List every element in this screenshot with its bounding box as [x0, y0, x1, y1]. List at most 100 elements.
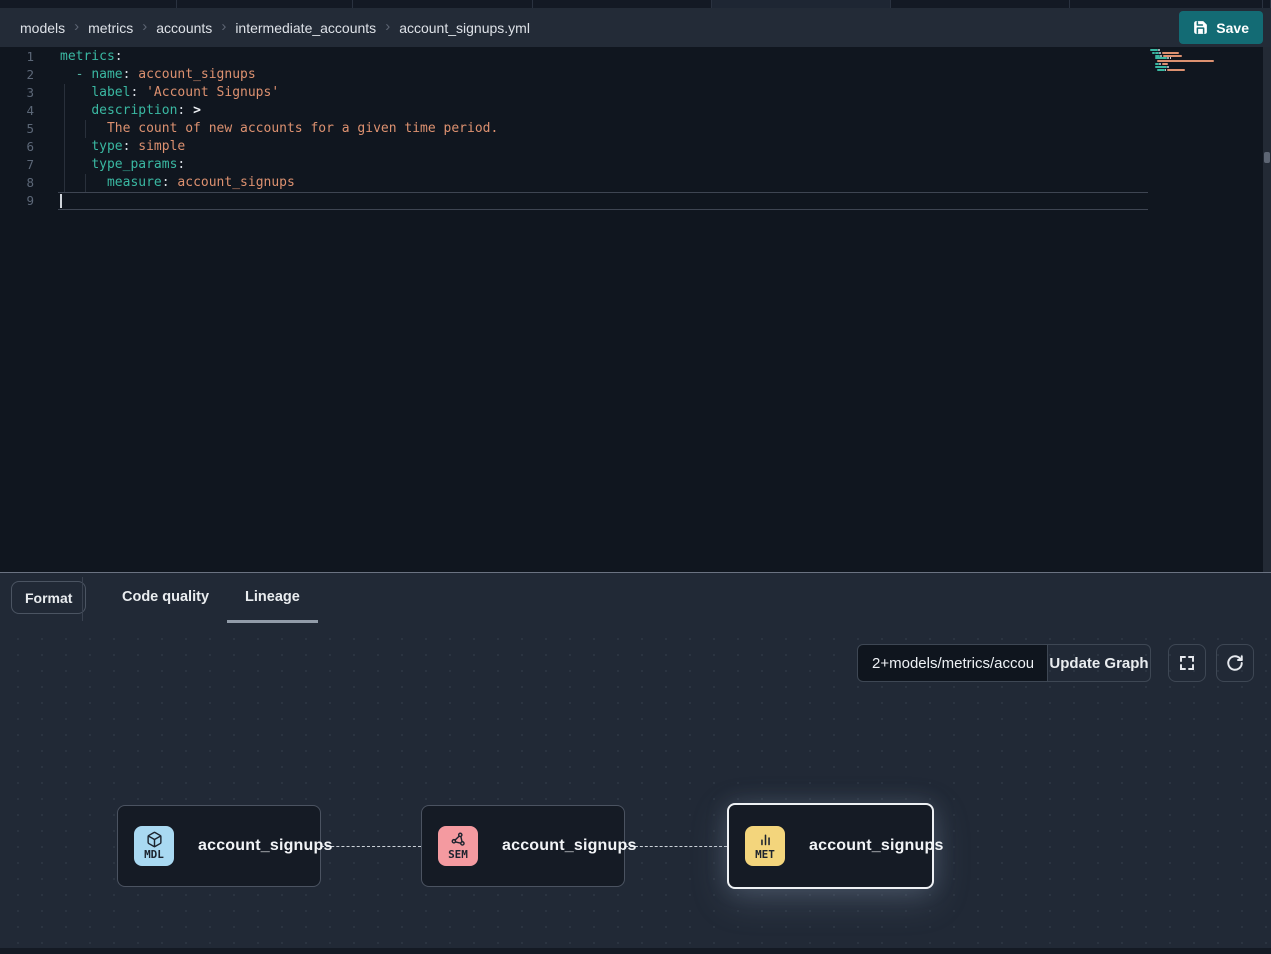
line-number: 5: [0, 120, 44, 138]
breadcrumb-item[interactable]: metrics: [88, 20, 133, 36]
save-button[interactable]: Save: [1179, 11, 1263, 44]
minimap-line: [1162, 63, 1169, 65]
panel-tab-code-quality[interactable]: Code quality: [104, 573, 227, 623]
breadcrumb-item[interactable]: account_signups.yml: [399, 20, 530, 36]
code-line[interactable]: 6 type: simple: [0, 138, 1271, 156]
code-line[interactable]: 7 type_params:: [0, 156, 1271, 174]
breadcrumb-chevron-icon: ›: [221, 19, 226, 34]
panel-header: Format Code qualityLineage: [0, 573, 1271, 633]
editor-scrollbar-thumb[interactable]: [1264, 152, 1270, 163]
minimap-line: [1158, 49, 1160, 51]
line-number: 4: [0, 102, 44, 120]
refresh-button[interactable]: [1216, 644, 1254, 682]
code-line[interactable]: 9: [0, 192, 1271, 210]
file-tab[interactable]: [353, 0, 533, 8]
editor-scrollbar[interactable]: [1263, 47, 1271, 572]
indent-guide: [64, 174, 65, 192]
indent-guide: [85, 174, 86, 192]
file-tab[interactable]: [533, 0, 712, 8]
code-editor[interactable]: 1metrics:2 - name: account_signups3 labe…: [0, 47, 1271, 572]
minimap-line: [1160, 55, 1162, 57]
file-tab[interactable]: [177, 0, 353, 8]
code-line-text: The count of new accounts for a given ti…: [44, 120, 498, 138]
cube-icon: MDL: [134, 826, 174, 866]
code-line[interactable]: 5 The count of new accounts for a given …: [0, 120, 1271, 138]
code-line[interactable]: 8 measure: account_signups: [0, 174, 1271, 192]
node-label: account_signups: [198, 837, 333, 855]
current-line-highlight: [58, 192, 1148, 210]
indent-guide: [64, 138, 65, 156]
code-line[interactable]: 3 label: 'Account Signups': [0, 84, 1271, 102]
node-label: account_signups: [502, 837, 637, 855]
code-line[interactable]: 2 - name: account_signups: [0, 66, 1271, 84]
breadcrumb-bar: models › metrics › accounts › intermediate_acc…: [0, 8, 1271, 47]
editor-minimap[interactable]: [1150, 49, 1214, 119]
minimap-line: [1167, 57, 1169, 59]
breadcrumb-chevron-icon: ›: [142, 19, 147, 34]
code-line[interactable]: 1metrics:: [0, 48, 1271, 66]
code-line-text: description: >: [44, 102, 201, 120]
minimap-line: [1150, 49, 1158, 51]
code-line-text: label: 'Account Signups': [44, 84, 279, 102]
header-separator: [82, 577, 83, 621]
save-disk-icon: [1193, 20, 1208, 35]
code-line-text: metrics:: [44, 48, 123, 66]
indent-guide: [64, 156, 65, 174]
metric-icon: MET: [745, 826, 785, 866]
open-file-tabstrip[interactable]: [0, 0, 1271, 8]
save-button-label: Save: [1216, 20, 1249, 36]
semantic-icon: SEM: [438, 826, 478, 866]
breadcrumb-chevron-icon: ›: [74, 19, 79, 34]
minimap-line: [1159, 52, 1161, 54]
line-number: 3: [0, 84, 44, 102]
indent-guide: [64, 120, 65, 138]
fullscreen-button[interactable]: [1168, 644, 1206, 682]
lineage-controls: Update Graph: [857, 644, 1254, 682]
file-tab[interactable]: [712, 0, 891, 8]
line-number: 2: [0, 66, 44, 84]
minimap-line: [1155, 66, 1168, 68]
code-line-text: measure: account_signups: [44, 174, 295, 192]
minimap-line: [1167, 69, 1184, 71]
line-number: 1: [0, 48, 44, 66]
code-line-text: type: simple: [44, 138, 185, 156]
lineage-node-met[interactable]: METaccount_signups: [727, 803, 934, 889]
line-number: 8: [0, 174, 44, 192]
refresh-icon: [1226, 654, 1244, 672]
lineage-edge: [321, 846, 421, 847]
code-line-text: type_params:: [44, 156, 185, 174]
text-cursor: [60, 194, 62, 208]
indent-guide: [64, 84, 65, 102]
fullscreen-icon: [1178, 654, 1196, 672]
minimap-line: [1159, 63, 1161, 65]
code-line-text: - name: account_signups: [44, 66, 256, 84]
breadcrumb-item[interactable]: accounts: [156, 20, 212, 36]
file-tab[interactable]: [1263, 0, 1271, 8]
breadcrumb-item[interactable]: intermediate_accounts: [235, 20, 376, 36]
panel-tab-lineage[interactable]: Lineage: [227, 573, 318, 623]
update-graph-button[interactable]: Update Graph: [1047, 644, 1151, 682]
minimap-line: [1157, 60, 1215, 62]
line-number: 7: [0, 156, 44, 174]
lineage-node-mdl[interactable]: MDLaccount_signups: [117, 805, 321, 887]
code-line[interactable]: 4 description: >: [0, 102, 1271, 120]
file-tab[interactable]: [0, 0, 177, 8]
node-badge-label: MDL: [144, 849, 164, 861]
minimap-line: [1155, 57, 1168, 59]
lineage-selector-input[interactable]: [857, 644, 1048, 682]
breadcrumb-item[interactable]: models: [20, 20, 65, 36]
bottom-panel: Format Code qualityLineage Update Graph: [0, 573, 1271, 954]
format-button[interactable]: Format: [11, 581, 86, 614]
file-tab[interactable]: [1070, 0, 1263, 8]
lineage-node-sem[interactable]: SEMaccount_signups: [421, 805, 625, 887]
file-tab[interactable]: [891, 0, 1070, 8]
node-badge-label: SEM: [448, 849, 468, 861]
breadcrumb-chevron-icon: ›: [385, 19, 390, 34]
minimap-line: [1163, 55, 1183, 57]
line-number: 6: [0, 138, 44, 156]
panel-tabs: Code qualityLineage: [104, 573, 318, 623]
lineage-canvas[interactable]: Update Graph MDLaccount_signupsSE: [0, 633, 1271, 948]
minimap-line: [1162, 52, 1179, 54]
lineage-edge: [625, 846, 727, 847]
indent-guide: [64, 102, 65, 120]
